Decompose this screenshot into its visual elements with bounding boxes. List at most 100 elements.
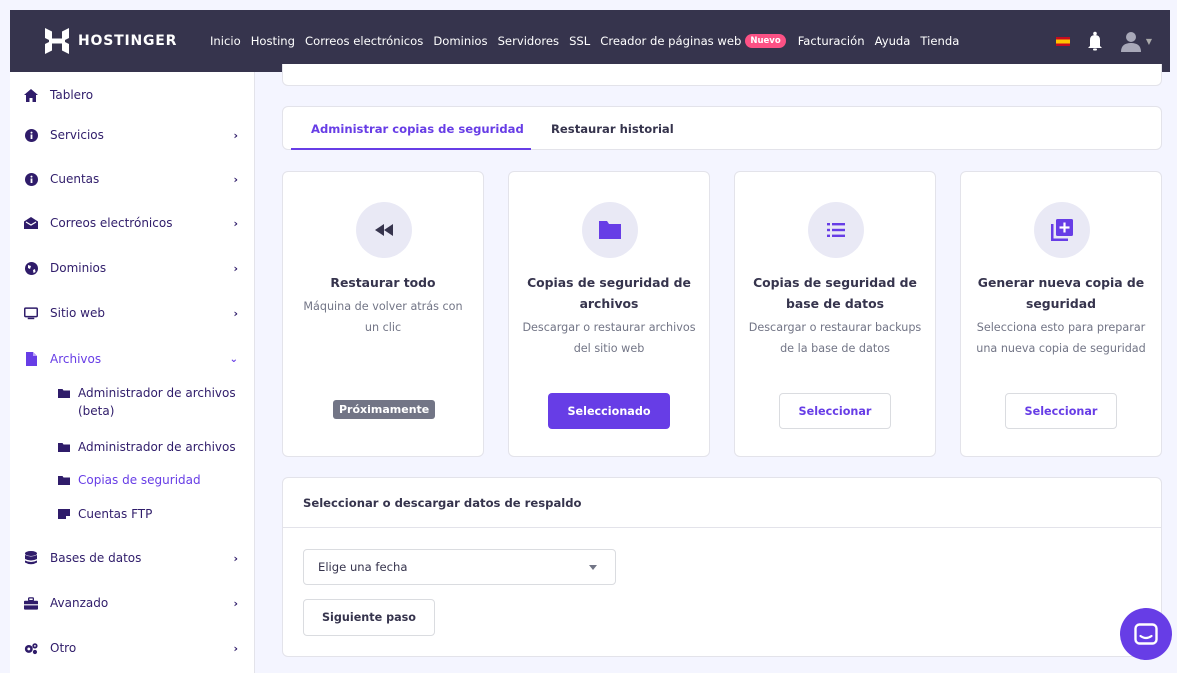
nav-dominios[interactable]: Dominios (433, 34, 487, 48)
caret-down-icon (589, 565, 597, 570)
nav-hosting[interactable]: Hosting (251, 34, 295, 48)
option-title: Generar nueva copia de seguridad (977, 275, 1145, 311)
chevron-right-icon: › (233, 306, 238, 320)
active-tab-indicator (291, 148, 531, 150)
chevron-right-icon: › (233, 216, 238, 230)
nav-ayuda[interactable]: Ayuda (875, 34, 911, 48)
nav-correos[interactable]: Correos electrónicos (305, 34, 423, 48)
chat-launcher[interactable] (1120, 608, 1172, 660)
option-db-backups: Copias de seguridad de base de datos Des… (734, 171, 936, 457)
sidebar-item-label: Avanzado (50, 596, 109, 610)
nav-servidores[interactable]: Servidores (498, 34, 559, 48)
sidebar-item-archivos[interactable]: Archivos ⌄ (24, 352, 238, 366)
chat-icon (1134, 623, 1158, 645)
add-copy-icon (1034, 202, 1090, 258)
selected-button[interactable]: Seleccionado (548, 393, 670, 429)
option-title: Copias de seguridad de archivos (527, 275, 691, 311)
spain-flag-icon[interactable] (1055, 36, 1070, 46)
sidebar-item-label: Otro (50, 641, 77, 655)
option-title: Restaurar todo (330, 275, 436, 290)
sidebar-item-label: Cuentas (50, 172, 100, 186)
option-generate-backup: Generar nueva copia de seguridad Selecci… (960, 171, 1162, 457)
globe-icon (24, 261, 38, 275)
sidebar-subitem-backups[interactable]: Copias de seguridad (58, 471, 238, 489)
nav-tienda[interactable]: Tienda (920, 34, 959, 48)
toolbox-icon (24, 596, 38, 610)
sidebar-item-correos[interactable]: Correos electrónicos › (24, 216, 238, 230)
hostinger-logo-icon (45, 28, 69, 54)
sidebar-item-sitio-web[interactable]: Sitio web › (24, 306, 238, 320)
user-menu[interactable]: ▼ (1120, 30, 1152, 52)
select-button[interactable]: Seleccionar (779, 393, 891, 429)
hostinger-logo[interactable]: HOSTINGER (45, 28, 210, 54)
coming-soon-badge: Próximamente (333, 400, 436, 419)
sidebar-item-bases-datos[interactable]: Bases de datos › (24, 551, 238, 565)
sidebar-item-dominios[interactable]: Dominios › (24, 261, 238, 275)
nav-ssl[interactable]: SSL (569, 34, 590, 48)
tab-manage-backups[interactable]: Administrar copias de seguridad (311, 122, 524, 136)
sidebar-item-label: Tablero (50, 88, 94, 102)
download-section: Seleccionar o descargar datos de respald… (282, 477, 1162, 657)
sidebar-item-avanzado[interactable]: Avanzado › (24, 596, 238, 610)
sidebar-item-label: Servicios (50, 128, 104, 142)
section-title: Seleccionar o descargar datos de respald… (303, 496, 582, 510)
home-icon (24, 88, 38, 102)
sidebar-item-servicios[interactable]: Servicios › (24, 128, 238, 142)
sidebar-item-label: Bases de datos (50, 551, 142, 565)
folder-icon (582, 202, 638, 258)
divider (283, 527, 1161, 528)
sidebar-item-label: Archivos (50, 352, 102, 366)
option-desc: Descargar o restaurar backups de la base… (748, 321, 922, 355)
previous-card (282, 64, 1162, 86)
info-icon (24, 172, 38, 186)
user-avatar-icon (1120, 32, 1141, 52)
chevron-right-icon: › (233, 261, 238, 275)
option-restore-all: Restaurar todo Máquina de volver atrás c… (282, 171, 484, 457)
sidebar-subitem-label: Administrador de archivos (78, 440, 236, 454)
sidebar: Tablero Servicios › Cuentas › Correos el… (10, 72, 255, 673)
next-step-button[interactable]: Siguiente paso (303, 599, 435, 636)
chevron-right-icon: › (233, 641, 238, 655)
monitor-icon (24, 306, 38, 320)
chevron-right-icon: › (233, 596, 238, 610)
chevron-down-icon: ▼ (1145, 36, 1152, 46)
file-icon (24, 352, 38, 366)
sidebar-item-label: Sitio web (50, 306, 105, 320)
tab-restore-history[interactable]: Restaurar historial (551, 122, 674, 136)
select-button[interactable]: Seleccionar (1005, 393, 1117, 429)
gears-icon (24, 641, 38, 655)
chevron-right-icon: › (233, 551, 238, 565)
top-navbar: HOSTINGER Inicio Hosting Correos electró… (10, 10, 1170, 72)
chevron-down-icon: ⌄ (229, 353, 238, 365)
option-desc: Máquina de volver atrás con un clic (303, 300, 463, 334)
nav-facturacion[interactable]: Facturación (798, 34, 865, 48)
bell-icon[interactable] (1084, 29, 1106, 53)
date-select[interactable]: Elige una fecha (303, 549, 616, 585)
sidebar-item-cuentas[interactable]: Cuentas › (24, 172, 238, 186)
chevron-right-icon: › (233, 128, 238, 142)
brand-name: HOSTINGER (78, 33, 178, 49)
sidebar-item-otro[interactable]: Otro › (24, 641, 238, 655)
sidebar-subitem-ftp[interactable]: Cuentas FTP (58, 505, 238, 523)
sidebar-item-label: Dominios (50, 261, 107, 275)
envelope-icon (24, 216, 38, 230)
nav-creador[interactable]: Creador de páginas web (600, 34, 741, 48)
option-desc: Selecciona esto para preparar una nueva … (976, 321, 1146, 355)
server-icon (58, 509, 70, 520)
rewind-icon (356, 202, 412, 258)
option-file-backups: Copias de seguridad de archivos Descarga… (508, 171, 710, 457)
main-nav: Inicio Hosting Correos electrónicos Domi… (210, 34, 969, 48)
nav-inicio[interactable]: Inicio (210, 34, 241, 48)
sidebar-subitem-file-manager[interactable]: Administrador de archivos (58, 438, 238, 456)
info-icon (24, 128, 38, 142)
option-desc: Descargar o restaurar archivos del sitio… (522, 321, 696, 355)
sidebar-item-label: Correos electrónicos (50, 216, 173, 230)
sidebar-subitem-file-manager-beta[interactable]: Administrador de archivos (beta) (58, 384, 238, 420)
date-select-value: Elige una fecha (318, 560, 408, 574)
sidebar-item-tablero[interactable]: Tablero (24, 88, 238, 102)
nav-right: ▼ (1055, 10, 1152, 72)
new-badge: Nuevo (745, 34, 786, 48)
chevron-right-icon: › (233, 172, 238, 186)
database-icon (24, 551, 38, 565)
sidebar-subitem-label: Copias de seguridad (78, 473, 201, 487)
